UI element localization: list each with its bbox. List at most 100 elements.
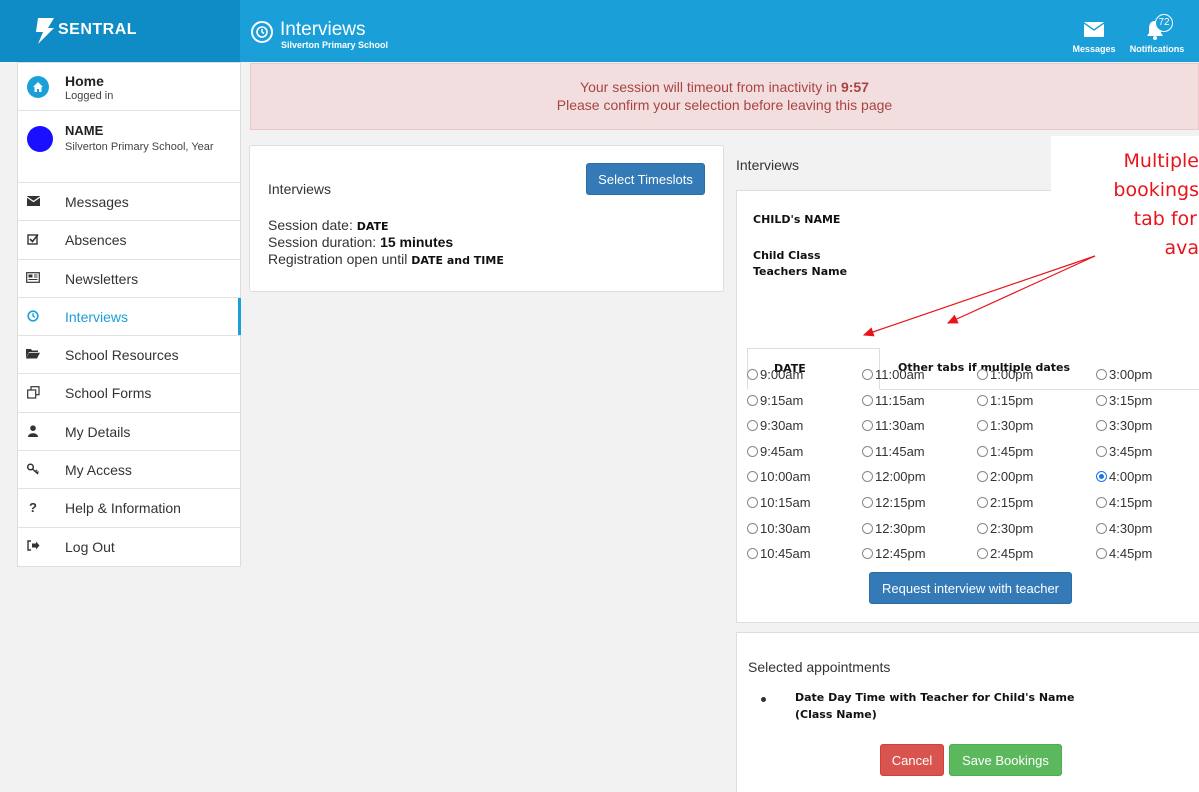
timeslot-option[interactable]: 10:30am <box>747 521 811 536</box>
timeslot-option[interactable]: 9:00am <box>747 367 803 382</box>
timeslot-radio[interactable] <box>862 471 873 483</box>
save-bookings-button[interactable]: Save Bookings <box>949 744 1062 776</box>
timeslot-radio[interactable] <box>1096 420 1107 432</box>
timeslot-option[interactable]: 11:45am <box>862 444 925 459</box>
timeslot-radio[interactable] <box>977 420 988 432</box>
cancel-button[interactable]: Cancel <box>880 744 944 776</box>
timeslot-option[interactable]: 9:15am <box>747 393 803 408</box>
timeslot-radio[interactable] <box>977 522 988 534</box>
sidebar-item-interviews[interactable]: Interviews <box>18 297 241 337</box>
timeslot-label: 12:00pm <box>875 469 926 485</box>
sidebar-item-school-resources[interactable]: School Resources <box>18 336 240 375</box>
sidebar-home[interactable]: Home Logged in <box>18 63 240 111</box>
timeslot-radio[interactable] <box>747 471 758 483</box>
timeslot-radio[interactable] <box>747 497 758 508</box>
sentral-logo-icon <box>36 18 54 44</box>
timeslot-option[interactable]: 1:30pm <box>977 418 1033 433</box>
timeslot-label: 2:30pm <box>990 520 1034 536</box>
timeslot-radio[interactable] <box>977 471 988 483</box>
timeslot-radio[interactable] <box>747 420 758 432</box>
sidebar-item-label: My Details <box>65 423 131 440</box>
timeslot-radio[interactable] <box>862 369 873 380</box>
sidebar-item-label: Newsletters <box>65 270 139 287</box>
timeslot-option[interactable]: 12:45pm <box>862 546 926 561</box>
sidebar-item-my-access[interactable]: My Access <box>18 451 240 490</box>
timeslot-option[interactable]: 4:00pm <box>1096 469 1152 484</box>
sidebar-item-school-forms[interactable]: School Forms <box>18 374 240 413</box>
timeslot-option[interactable]: 1:45pm <box>977 444 1033 459</box>
timeslot-radio[interactable] <box>747 522 758 534</box>
sidebar-item-absences[interactable]: Absences <box>18 221 240 260</box>
sidebar-item-help[interactable]: ? Help & Information <box>18 489 240 528</box>
timeslot-radio[interactable] <box>862 394 873 406</box>
timeslot-option[interactable]: 11:15am <box>862 393 925 408</box>
timeslot-option[interactable]: 12:30pm <box>862 521 926 536</box>
sidebar-item-newsletters[interactable]: Newsletters <box>18 260 240 298</box>
timeslot-option[interactable]: 2:00pm <box>977 469 1033 484</box>
timeslot-radio[interactable] <box>977 497 988 508</box>
timeslot-radio[interactable] <box>862 522 873 534</box>
timeslot-option[interactable]: 2:30pm <box>977 521 1033 536</box>
messages-button[interactable]: Messages <box>1066 22 1122 60</box>
timeslot-option[interactable]: 2:15pm <box>977 495 1033 510</box>
timeslot-option[interactable]: 4:30pm <box>1096 521 1152 536</box>
timeslot-option[interactable]: 3:30pm <box>1096 418 1152 433</box>
annotation-callout: Multiple bookings tab for ava <box>1051 136 1199 306</box>
sidebar-item-my-details[interactable]: My Details <box>18 413 240 452</box>
timeslot-radio[interactable] <box>862 445 873 457</box>
timeslot-radio[interactable] <box>977 445 988 457</box>
clock-icon <box>26 310 40 324</box>
timeslot-option[interactable]: 12:00pm <box>862 469 926 484</box>
notifications-button[interactable]: 72 Notifications <box>1125 14 1189 60</box>
timeslot-radio[interactable] <box>747 548 758 560</box>
brand[interactable]: SENTRAL <box>0 0 240 62</box>
timeslot-radio[interactable] <box>862 420 873 432</box>
timeslot-radio[interactable] <box>977 548 988 560</box>
annotation-line: Multiple <box>1123 150 1199 172</box>
timeslot-option[interactable]: 3:15pm <box>1096 393 1152 408</box>
timeslot-radio[interactable] <box>1096 445 1107 457</box>
timeslot-radio[interactable] <box>747 445 758 457</box>
timeslot-option[interactable]: 1:15pm <box>977 393 1033 408</box>
timeslot-option[interactable]: 4:15pm <box>1096 495 1152 510</box>
timeslot-option[interactable]: 10:45am <box>747 546 811 561</box>
timeslot-label: 1:00pm <box>990 367 1034 382</box>
timeslot-option[interactable]: 1:00pm <box>977 367 1033 382</box>
timeslot-option[interactable]: 11:00am <box>862 367 925 382</box>
timeslot-radio[interactable] <box>747 394 758 406</box>
timeslot-label: 2:00pm <box>990 469 1034 485</box>
sidebar-item-messages[interactable]: Messages <box>18 183 240 222</box>
select-timeslots-button[interactable]: Select Timeslots <box>586 163 705 195</box>
timeslot-option[interactable]: 9:45am <box>747 444 803 459</box>
session-panel: Interviews Select Timeslots Session date… <box>249 145 724 292</box>
timeslot-label: 3:00pm <box>1109 367 1153 382</box>
timeslot-radio[interactable] <box>1096 369 1107 380</box>
timeslot-radio[interactable] <box>1096 394 1107 406</box>
logout-icon <box>26 539 40 554</box>
timeslot-option[interactable]: 12:15pm <box>862 495 926 510</box>
timeslot-label: 3:15pm <box>1109 392 1153 408</box>
timeslot-option[interactable]: 2:45pm <box>977 546 1033 561</box>
timeslot-label: 12:15pm <box>875 495 926 510</box>
timeslot-option[interactable]: 4:45pm <box>1096 546 1152 561</box>
timeslot-option[interactable]: 10:15am <box>747 495 811 510</box>
sidebar-profile[interactable]: NAME Silverton Primary School, Year <box>18 111 240 183</box>
timeslot-radio[interactable] <box>977 394 988 406</box>
timeslot-option[interactable]: 3:00pm <box>1096 367 1152 382</box>
timeslot-radio[interactable] <box>1096 522 1107 534</box>
timeslot-radio[interactable] <box>977 369 988 380</box>
timeslot-radio[interactable] <box>1096 548 1107 560</box>
appointment-item: Date Day Time with Teacher for Child's N… <box>795 691 1075 721</box>
timeslot-option[interactable]: 10:00am <box>747 469 811 484</box>
brand-name: SENTRAL <box>58 21 138 38</box>
timeslot-option[interactable]: 9:30am <box>747 418 803 433</box>
timeslot-radio[interactable] <box>747 369 758 380</box>
timeslot-option[interactable]: 11:30am <box>862 418 925 433</box>
timeslot-option[interactable]: 3:45pm <box>1096 444 1152 459</box>
sidebar-item-log-out[interactable]: Log Out <box>18 528 240 566</box>
timeslot-radio[interactable] <box>862 497 873 508</box>
request-interview-button[interactable]: Request interview with teacher <box>869 572 1072 604</box>
timeslot-radio[interactable] <box>1096 471 1107 483</box>
timeslot-radio[interactable] <box>1096 497 1107 508</box>
timeslot-radio[interactable] <box>862 548 873 560</box>
